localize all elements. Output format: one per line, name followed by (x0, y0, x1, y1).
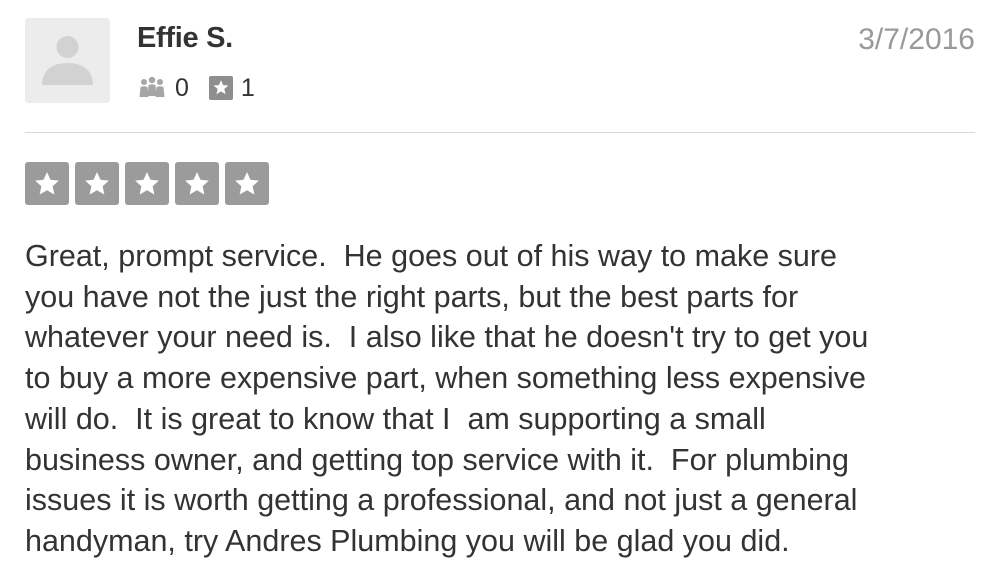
rating-star-1 (25, 162, 69, 205)
divider (25, 132, 975, 133)
rating-star-2 (75, 162, 119, 205)
rating-star-5 (225, 162, 269, 205)
user-stats: 0 1 (137, 72, 275, 104)
review-star-icon (208, 76, 233, 100)
star-icon (185, 171, 209, 194)
user-name[interactable]: Effie S. (137, 20, 233, 56)
friends-stat: 0 (137, 73, 189, 103)
star-icon (85, 171, 109, 194)
review-text: Great, prompt service. He goes out of hi… (25, 239, 869, 558)
star-icon (135, 171, 159, 194)
star-icon (235, 171, 259, 194)
default-user-silhouette-icon (25, 18, 110, 103)
star-rating (25, 162, 275, 205)
star-icon (35, 171, 59, 194)
user-avatar[interactable] (25, 18, 110, 103)
reviews-stat: 1 (208, 73, 255, 103)
review-date: 3/7/2016 (858, 23, 975, 56)
friends-icon (139, 76, 165, 97)
rating-star-3 (125, 162, 169, 205)
reviews-count: 1 (240, 74, 255, 102)
rating-star-4 (175, 162, 219, 205)
friends-count: 0 (175, 74, 189, 102)
